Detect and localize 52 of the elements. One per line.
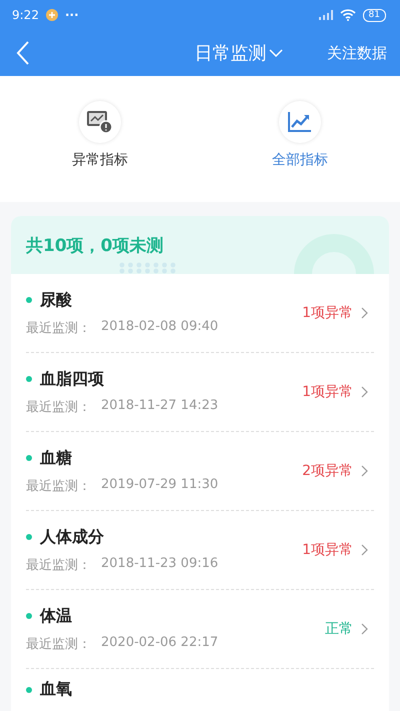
meta-label: 最近监测： [26,320,91,336]
meta-label: 最近监测： [26,556,91,574]
monitor-date: 2020-02-06 22:17 [101,634,218,652]
signal-icon [318,10,333,20]
shortcut-tab[interactable]: 异常指标 [50,101,150,169]
notification-icon [46,9,58,21]
bullet-dot [26,686,32,692]
battery-icon: 81 [362,8,386,22]
indicator-row[interactable]: 体温 最近监测： 2020-02-06 22:17 正常 [26,590,374,669]
status-text: 1项异常 [302,383,353,401]
chevron-icon [361,544,368,556]
monitor-date: 2018-11-27 14:23 [101,398,218,414]
trend-chart-icon [287,111,313,133]
dot-pattern-drawing [119,262,177,274]
more-dots: ··· [64,8,79,22]
indicator-row[interactable]: 人体成分 最近监测： 2018-11-23 09:16 1项异常 [26,511,374,590]
status-time: 9:22 [12,8,39,22]
bullet-dot [26,376,32,382]
shortcut-tab[interactable]: 全部指标 [250,101,350,169]
chevron-icon [361,307,368,319]
indicator-name: 体温 [40,606,72,626]
bullet-dot [26,534,32,540]
chevron-icon [361,386,368,398]
monitor-date: 2018-02-08 09:40 [101,318,218,336]
status-text: 2项异常 [302,462,353,480]
caret-icon [268,49,282,57]
meta-label: 最近监测： [26,636,91,652]
indicator-row[interactable]: 血糖 最近监测： 2019-07-29 11:30 2项异常 [26,432,374,511]
back-icon[interactable] [16,41,30,65]
indicator-name: 血脂四项 [40,368,104,390]
monitor-alert-icon [86,109,114,135]
status-text: 1项异常 [302,304,353,322]
status-text: 1项异常 [302,541,353,559]
chevron-icon [361,623,368,635]
meta-label: 最近监测： [26,398,91,416]
bullet-dot [26,455,32,461]
indicator-row[interactable]: 血脂四项 最近监测： 2018-11-27 14:23 1项异常 [26,353,374,432]
wifi-icon [340,9,356,21]
summary-text: 共10项，0项未测 [26,234,164,256]
bullet-dot [26,297,32,303]
monitor-date: 2018-11-23 09:16 [101,556,218,572]
bullet-dot [26,613,32,619]
indicator-name: 人体成分 [40,526,104,548]
chevron-icon [361,465,368,477]
indicator-name: 血糖 [40,448,72,468]
monitor-date: 2019-07-29 11:30 [101,476,218,494]
indicator-row[interactable]: 尿酸 最近监测： 2018-02-08 09:40 1项异常 [26,274,374,353]
indicator-row[interactable]: 血氧 [26,669,374,711]
indicator-name: 血氧 [40,679,72,700]
indicator-name: 尿酸 [40,290,72,310]
status-text: 正常 [325,620,353,638]
meta-label: 最近监测： [26,478,91,494]
